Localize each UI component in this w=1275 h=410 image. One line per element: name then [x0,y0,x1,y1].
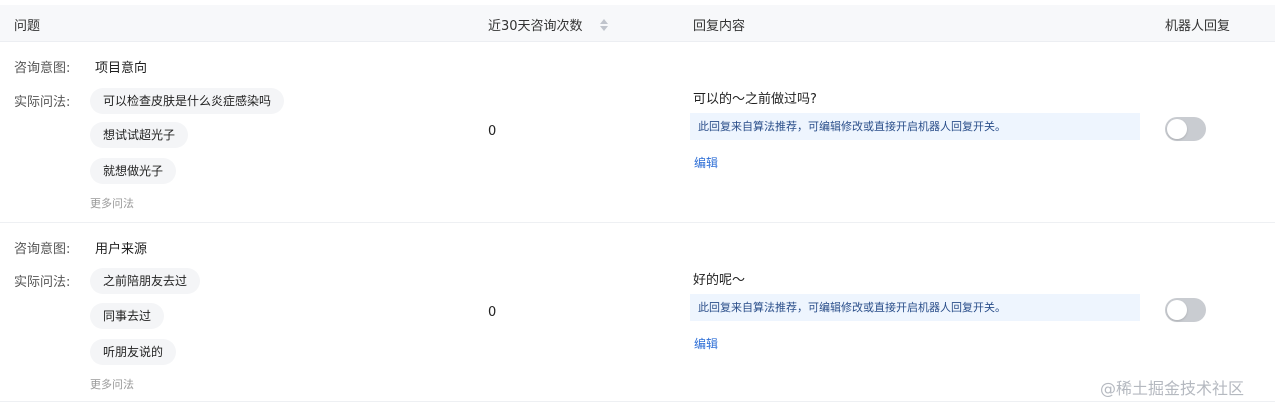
sort-icon[interactable] [599,18,609,32]
consult-count: 0 [488,305,497,320]
column-header-question: 问题 [14,19,41,34]
algorithm-notice: 此回复来自算法推荐，可编辑修改或直接开启机器人回复开关。 [690,294,1140,321]
phrasing-chip: 就想做光子 [90,158,177,184]
reply-text: 好的呢～ [693,273,746,288]
robot-reply-toggle[interactable] [1165,117,1206,141]
intent-label: 咨询意图: [14,61,71,76]
reply-text: 可以的～之前做过吗? [693,92,817,107]
watermark: @稀土掘金技术社区 [1100,379,1245,398]
edit-link[interactable]: 编辑 [694,335,718,352]
table-row: 咨询意图: 项目意向 实际问法: 可以检查皮肤是什么炎症感染吗 想试试超光子 就… [0,42,1275,223]
phrasing-chip: 听朋友说的 [90,339,177,365]
toggle-knob [1167,119,1187,139]
robot-reply-toggle[interactable] [1165,298,1206,322]
table-header: 问题 近30天咨询次数 回复内容 机器人回复 [0,5,1275,42]
phrasing-chip: 想试试超光子 [90,122,189,148]
phrasings-label: 实际问法: [14,95,71,110]
column-header-count[interactable]: 近30天咨询次数 [488,15,583,34]
table-row: 咨询意图: 用户来源 实际问法: 之前陪朋友去过 同事去过 听朋友说的 更多问法… [0,223,1275,402]
intent-value: 项目意向 [95,61,148,76]
intent-label: 咨询意图: [14,242,71,257]
column-header-reply: 回复内容 [693,19,746,34]
toggle-knob [1167,300,1187,320]
more-phrasings-link[interactable]: 更多问法 [90,376,134,392]
algorithm-notice: 此回复来自算法推荐，可编辑修改或直接开启机器人回复开关。 [690,113,1140,140]
column-header-robot: 机器人回复 [1165,19,1231,34]
phrasing-chip: 同事去过 [90,303,165,329]
more-phrasings-link[interactable]: 更多问法 [90,195,134,211]
intent-value: 用户来源 [95,242,148,257]
phrasing-chip: 之前陪朋友去过 [90,268,201,294]
consult-count: 0 [488,124,497,139]
edit-link[interactable]: 编辑 [694,154,718,171]
phrasings-label: 实际问法: [14,275,71,290]
phrasing-chip: 可以检查皮肤是什么炎症感染吗 [90,88,285,114]
